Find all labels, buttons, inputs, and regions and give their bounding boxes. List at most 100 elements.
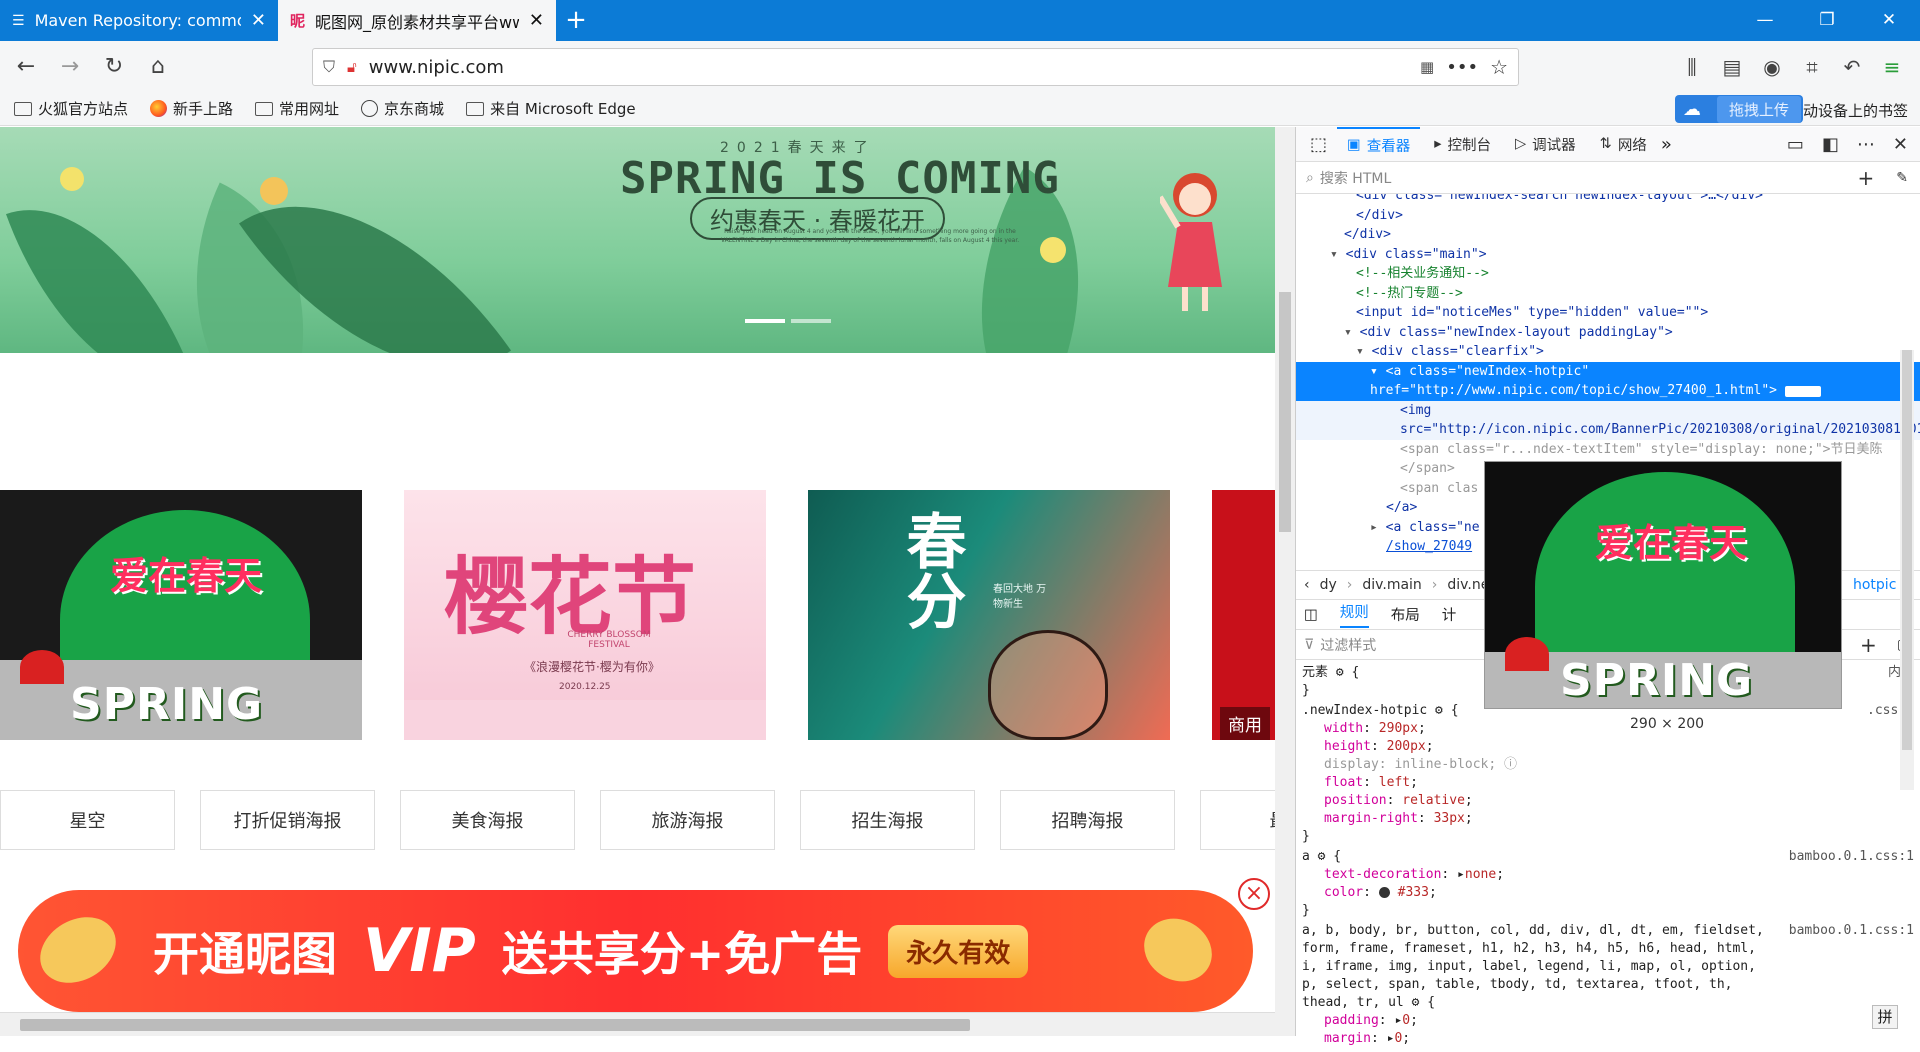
css-declaration[interactable]: color: #333;	[1302, 884, 1914, 902]
screenshot-icon[interactable]: ⌗	[1798, 55, 1826, 79]
home-icon[interactable]: ⌂	[138, 47, 178, 87]
bookmark-item[interactable]: 新手上路	[150, 98, 233, 119]
vip-ad-banner[interactable]: 开通昵图 VIP 送共享分+免广告 永久有效	[18, 890, 1253, 1012]
css-declaration[interactable]: width: 290px;	[1302, 720, 1914, 738]
rule-header[interactable]: a, b, body, br, button, col, dd, div, dl…	[1302, 922, 1914, 1012]
breadcrumb-item[interactable]: dy	[1320, 577, 1337, 593]
upload-widget[interactable]: ☁ 拖拽上传	[1675, 95, 1803, 123]
css-declaration[interactable]: text-decoration: ▸none;	[1302, 866, 1914, 884]
rule-source[interactable]: bamboo.0.1.css:1	[1789, 848, 1914, 866]
html-search[interactable]: ⌕ 搜索 HTML + ✎	[1296, 162, 1920, 194]
rule-header[interactable]: a ⚙ {bamboo.0.1.css:1	[1302, 848, 1914, 866]
tab-console[interactable]: ▸ 控制台	[1424, 127, 1501, 162]
account-icon[interactable]: ◉	[1758, 55, 1786, 79]
category-tag[interactable]: 打折促销海报	[200, 790, 375, 850]
carousel-dot[interactable]	[745, 319, 785, 323]
bookmark-item[interactable]: 火狐官方站点	[14, 98, 128, 119]
shield-icon[interactable]: ⛉	[323, 57, 335, 77]
rule-source[interactable]: bamboo.0.1.css:1	[1789, 922, 1914, 940]
library-icon[interactable]: ⫼	[1678, 55, 1706, 79]
more-tabs-icon[interactable]: »	[1661, 134, 1672, 155]
bookmark-item[interactable]: 京东商城	[361, 98, 444, 119]
responsive-icon[interactable]: ▭	[1787, 134, 1804, 155]
add-rule-icon[interactable]: +	[1860, 633, 1877, 657]
hero-banner[interactable]: 2021春天来了 SPRING IS COMING 约惠春天 · 春暖花开 Ra…	[0, 127, 1275, 353]
category-tag[interactable]: 旅游海报	[600, 790, 775, 850]
markup-line[interactable]: </div>	[1296, 206, 1920, 226]
tab-debugger[interactable]: ▷ 调试器	[1505, 127, 1586, 162]
devtools-scrollbar[interactable]	[1900, 350, 1914, 790]
event-badge[interactable]: event	[1784, 386, 1821, 397]
tab-inspector[interactable]: ▣ 查看器	[1337, 126, 1421, 162]
bookmark-star-icon[interactable]: ☆	[1490, 55, 1508, 79]
bookmark-item[interactable]: 来自 Microsoft Edge	[466, 98, 636, 119]
mobile-bookmarks[interactable]: 动设备上的书签	[1803, 100, 1908, 121]
scrollbar-thumb[interactable]	[1902, 350, 1912, 750]
css-declaration[interactable]: float: left;	[1302, 774, 1914, 792]
scrollbar-thumb[interactable]	[1279, 292, 1291, 532]
topic-card-partial[interactable]: 商用	[1212, 490, 1275, 740]
sidebar-toggle-icon[interactable]: ◫	[1304, 607, 1318, 623]
reload-icon[interactable]: ↻	[94, 47, 134, 87]
markup-line[interactable]: ▾ <div class="main">	[1296, 245, 1920, 265]
category-tag[interactable]: 星空	[0, 790, 175, 850]
chevron-left-icon[interactable]: ‹	[1304, 577, 1310, 593]
markup-line[interactable]: <span class="r...ndex-textItem" style="d…	[1296, 440, 1920, 460]
url-text[interactable]: www.nipic.com	[369, 57, 1408, 78]
category-tag[interactable]: 招聘海报	[1000, 790, 1175, 850]
css-declaration[interactable]: height: 200px;	[1302, 738, 1914, 756]
restore-icon[interactable]: ❐	[1796, 0, 1858, 41]
upload-label[interactable]: 拖拽上传	[1717, 95, 1802, 123]
scrollbar-thumb[interactable]	[20, 1019, 970, 1031]
menu-icon[interactable]: ≡	[1878, 55, 1906, 79]
category-tag[interactable]: 招生海报	[800, 790, 975, 850]
topic-card-equinox[interactable]: 春分 春回大地 万物新生	[808, 490, 1170, 740]
category-tag[interactable]: 最新	[1200, 790, 1275, 850]
markup-line[interactable]: <input id="noticeMes" type="hidden" valu…	[1296, 303, 1920, 323]
ime-icon[interactable]: 拼	[1872, 1005, 1898, 1029]
insecure-lock-icon[interactable]: 🔓︎	[347, 58, 357, 76]
tab-nipic[interactable]: 昵 昵图网_原创素材共享平台www ✕	[278, 0, 556, 41]
close-window-icon[interactable]: ✕	[1858, 0, 1920, 41]
tab-layout[interactable]: 布局	[1391, 604, 1420, 625]
markup-line[interactable]: ▾ <div class="newIndex-layout paddingLay…	[1296, 323, 1920, 343]
breadcrumb-item[interactable]: div.main	[1362, 577, 1421, 593]
close-devtools-icon[interactable]: ✕	[1893, 134, 1908, 155]
element-picker-icon[interactable]: ⬚	[1304, 134, 1333, 155]
sidebar-icon[interactable]: ▤	[1718, 55, 1746, 79]
markup-line[interactable]: <img src="http://icon.nipic.com/BannerPi…	[1296, 400, 1920, 440]
new-tab-button[interactable]: +	[556, 0, 596, 41]
tab-computed[interactable]: 计	[1442, 604, 1457, 625]
breadcrumb-item[interactable]: hotpic	[1853, 577, 1896, 593]
topic-card-cherry[interactable]: 樱花节 CHERRY BLOSSOM FESTIVAL 《浪漫樱花节·樱为有你》…	[404, 490, 766, 740]
color-swatch[interactable]	[1378, 887, 1390, 898]
close-tab-icon[interactable]: ✕	[251, 10, 266, 31]
more-icon[interactable]: •••	[1446, 57, 1478, 78]
back-icon[interactable]: ←	[6, 47, 46, 87]
markup-line[interactable]: ▾ <div class="clearfix">	[1296, 342, 1920, 362]
add-node-icon[interactable]: +	[1858, 166, 1875, 190]
minimize-icon[interactable]: —	[1734, 0, 1796, 41]
qr-code-icon[interactable]: ▦	[1420, 58, 1434, 76]
close-tab-icon[interactable]: ✕	[529, 10, 544, 31]
bookmark-item[interactable]: 常用网址	[255, 98, 339, 119]
category-tag[interactable]: 美食海报	[400, 790, 575, 850]
topic-card-spring[interactable]: 爱在春天 SPRING	[0, 490, 362, 740]
options-icon[interactable]: ⋯	[1857, 134, 1875, 155]
markup-line[interactable]: </div>	[1296, 225, 1920, 245]
url-bar[interactable]: ⛉ 🔓︎ www.nipic.com ▦ ••• ☆	[312, 48, 1519, 86]
forward-icon[interactable]: →	[50, 47, 90, 87]
close-ad-icon[interactable]: ×	[1238, 878, 1270, 910]
markup-line-selected[interactable]: ▾ <a class="newIndex-hotpic" href="http:…	[1296, 361, 1920, 401]
markup-line[interactable]: <!--相关业务通知-->	[1296, 264, 1920, 284]
markup-line[interactable]: <div class="newIndex-search newIndex-lay…	[1296, 194, 1920, 206]
dock-icon[interactable]: ◧	[1822, 134, 1839, 155]
css-declaration[interactable]: margin: ▸0;	[1302, 1030, 1914, 1048]
info-icon[interactable]: ⓘ	[1504, 757, 1517, 772]
markup-line[interactable]: <!--热门专题-->	[1296, 284, 1920, 304]
eyedropper-icon[interactable]: ✎	[1896, 170, 1908, 186]
css-declaration[interactable]: position: relative;	[1302, 792, 1914, 810]
css-declaration[interactable]: margin-right: 33px;	[1302, 810, 1914, 828]
carousel-dot[interactable]	[791, 319, 831, 323]
page-vertical-scrollbar[interactable]	[1275, 127, 1295, 1036]
